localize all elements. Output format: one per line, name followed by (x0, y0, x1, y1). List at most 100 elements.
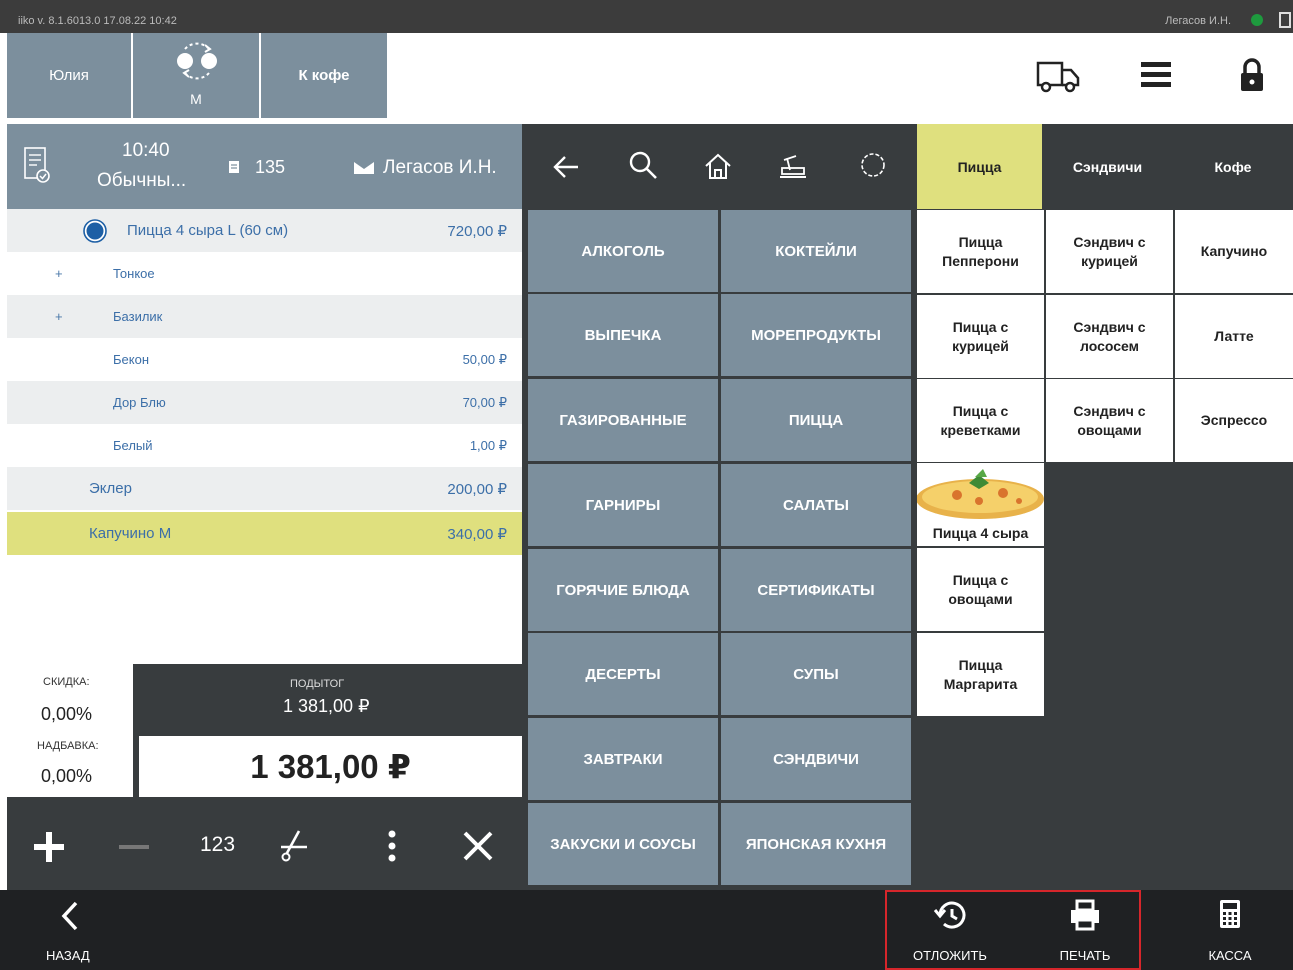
product-button[interactable]: Сэндвич с овощами (1046, 379, 1173, 462)
category-label: ЗАКУСКИ И СОУСЫ (550, 835, 696, 853)
category-label: ДЕСЕРТЫ (585, 665, 661, 683)
order-item[interactable]: Эклер 200,00 ₽ (7, 467, 522, 510)
category-label: МОРЕПРОДУКТЫ (751, 326, 881, 344)
order-modifier[interactable]: Белый 1,00 ₽ (7, 424, 522, 467)
tab-sandwiches[interactable]: Сэндвичи (1044, 124, 1171, 209)
quantity-button[interactable]: 123 (200, 833, 235, 857)
discount-box[interactable]: СКИДКА: 0,00% НАДБАВКА: 0,00% (7, 664, 133, 797)
surcharge-label: НАДБАВКА: (37, 740, 99, 752)
window-icon[interactable] (1279, 12, 1291, 28)
product-button[interactable]: Пицца с креветками (917, 379, 1044, 462)
order-type[interactable]: Обычны... (97, 170, 186, 192)
more-options-icon[interactable] (385, 827, 399, 865)
category-label: КОКТЕЙЛИ (775, 242, 857, 260)
waiter-name[interactable]: Легасов И.Н. (383, 157, 497, 179)
order-modifier[interactable]: Бекон 50,00 ₽ (7, 338, 522, 381)
modifier-plus: + (55, 309, 63, 324)
totals-panel: СКИДКА: 0,00% НАДБАВКА: 0,00% ПОДЫТОГ 1 … (7, 664, 522, 797)
category-button[interactable]: АЛКОГОЛЬ (528, 210, 718, 292)
order-item-price: 50,00 ₽ (462, 352, 507, 367)
product-label: Пицца с креветками (940, 402, 1021, 438)
product-button[interactable]: Эспрессо (1175, 379, 1293, 462)
tab-coffee[interactable]: Кофе (1173, 124, 1293, 209)
product-label: Пицца с курицей (952, 318, 1009, 354)
order-number: 135 (255, 157, 286, 177)
product-button[interactable]: Пицца Маргарита (917, 633, 1044, 716)
category-button[interactable]: СЭНДВИЧИ (721, 718, 911, 800)
coffee-button[interactable]: К кофе (261, 33, 387, 118)
order-modifier[interactable]: Дор Блю 70,00 ₽ (7, 381, 522, 424)
menu-icon[interactable] (1132, 53, 1180, 97)
size-button[interactable]: М (133, 33, 259, 118)
product-button[interactable]: Пицца с овощами (917, 548, 1044, 631)
order-modifier[interactable]: + Базилик (7, 295, 522, 338)
category-grid: АЛКОГОЛЬ КОКТЕЙЛИ ВЫПЕЧКА МОРЕПРОДУКТЫ Г… (522, 209, 915, 890)
category-label: ЯПОНСКАЯ КУХНЯ (745, 835, 887, 853)
category-button[interactable]: ПИЦЦА (721, 379, 911, 461)
truck-icon[interactable] (1034, 53, 1082, 97)
order-item-name: Дор Блю (113, 395, 166, 410)
order-item[interactable]: Пицца 4 сыра L (60 см) 720,00 ₽ (7, 209, 522, 252)
lock-icon[interactable] (1228, 53, 1276, 97)
product-label: Пицца Пепперони (942, 233, 1019, 269)
order-item-name: Эклер (89, 480, 132, 497)
top-bar: Юлия М К кофе (0, 33, 1293, 124)
category-button[interactable]: ЗАВТРАКИ (528, 718, 718, 800)
category-label: ЗАВТРАКИ (583, 750, 663, 768)
search-icon[interactable] (628, 150, 658, 180)
category-button[interactable]: МОРЕПРОДУКТЫ (721, 294, 911, 376)
category-label: СЭНДВИЧИ (773, 750, 859, 768)
tab-pizza[interactable]: Пицца (917, 124, 1042, 209)
order-item-price: 200,00 ₽ (447, 481, 507, 498)
order-item-price: 720,00 ₽ (447, 223, 507, 240)
product-button[interactable]: Капучино (1175, 210, 1293, 293)
guest-button[interactable]: Юлия (7, 33, 131, 118)
category-button[interactable]: СЕРТИФИКАТЫ (721, 549, 911, 631)
close-icon[interactable] (461, 829, 495, 863)
product-button[interactable]: Пицца с курицей (917, 295, 1044, 378)
category-button[interactable]: ГОРЯЧИЕ БЛЮДА (528, 549, 718, 631)
category-button[interactable]: ГАЗИРОВАННЫЕ (528, 379, 718, 461)
surcharge-value: 0,00% (41, 766, 93, 786)
product-button[interactable]: Пицца Пепперони (917, 210, 1044, 293)
menu-nav-bar (522, 124, 915, 209)
minus-icon[interactable] (117, 830, 151, 864)
online-indicator (1251, 14, 1263, 26)
order-modifier[interactable]: + Тонкое (7, 252, 522, 295)
back-label: НАЗАД (46, 948, 90, 963)
back-arrow-icon[interactable] (552, 154, 580, 180)
cash-button[interactable]: КАССА (1180, 890, 1280, 970)
category-button[interactable]: ЗАКУСКИ И СОУСЫ (528, 803, 718, 885)
size-label: М (190, 91, 202, 107)
version-text: iiko v. 8.1.6013.0 17.08.22 10:42 (18, 15, 177, 27)
category-button[interactable]: ДЕСЕРТЫ (528, 633, 718, 715)
back-button[interactable]: НАЗАД (20, 890, 120, 970)
tab-label: Кофе (1214, 158, 1252, 175)
product-button[interactable]: Латте (1175, 295, 1293, 378)
category-button[interactable]: ЯПОНСКАЯ КУХНЯ (721, 803, 911, 885)
radio-selected-icon[interactable] (83, 219, 107, 243)
scale-icon[interactable] (778, 152, 808, 180)
product-button[interactable]: Сэндвич с лососем (1046, 295, 1173, 378)
product-label: Сэндвич с лососем (1073, 318, 1146, 354)
home-icon[interactable] (703, 151, 733, 181)
split-icon[interactable] (277, 827, 311, 865)
category-button[interactable]: СУПЫ (721, 633, 911, 715)
category-button[interactable]: КОКТЕЙЛИ (721, 210, 911, 292)
category-button[interactable]: ВЫПЕЧКА (528, 294, 718, 376)
order-list: Пицца 4 сыра L (60 см) 720,00 ₽ + Тонкое… (7, 209, 522, 664)
category-button[interactable]: САЛАТЫ (721, 464, 911, 546)
order-status-icon (24, 147, 50, 183)
discount-value: 0,00% (41, 704, 93, 724)
product-button-with-image[interactable]: Пицца 4 сыра (917, 463, 1044, 546)
product-button[interactable]: Сэндвич с курицей (1046, 210, 1173, 293)
subtotal-value: 1 381,00 ₽ (283, 696, 370, 716)
plus-icon[interactable] (32, 830, 66, 864)
loading-icon[interactable] (858, 150, 888, 180)
order-item-price: 340,00 ₽ (447, 526, 507, 543)
category-label: ГОРЯЧИЕ БЛЮДА (556, 581, 690, 599)
product-label: Пицца с овощами (948, 571, 1013, 607)
category-label: САЛАТЫ (783, 496, 849, 514)
category-button[interactable]: ГАРНИРЫ (528, 464, 718, 546)
order-item-selected[interactable]: Капучино М 340,00 ₽ (7, 512, 522, 555)
